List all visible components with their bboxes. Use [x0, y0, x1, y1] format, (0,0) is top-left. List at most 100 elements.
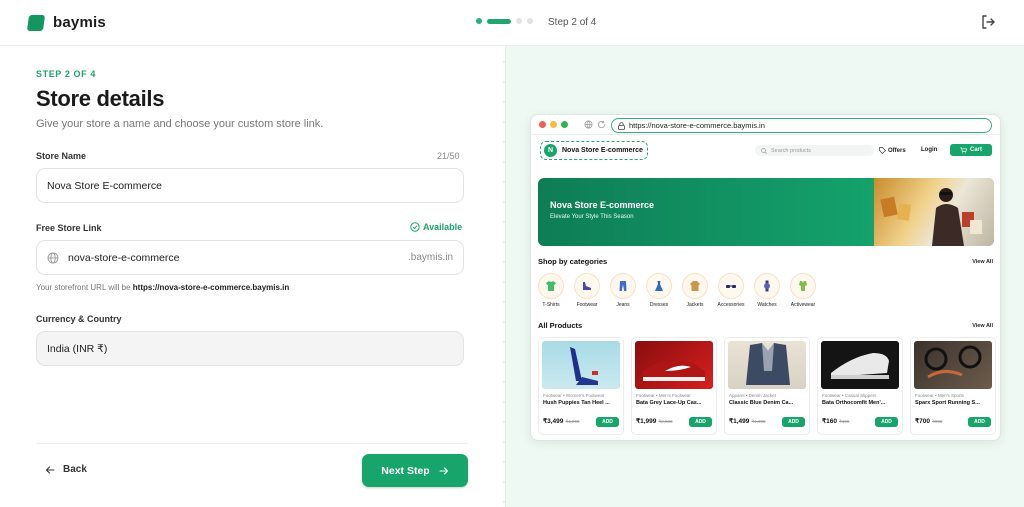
- currency-value: India (INR ₹): [47, 342, 108, 355]
- form-panel: STEP 2 OF 4 Store details Give your stor…: [0, 46, 505, 507]
- currency-label: Currency & Country: [36, 314, 122, 324]
- sunglasses-icon: [718, 273, 744, 299]
- browser-chrome: https://nova-store-e-commerce.baymis.in: [531, 115, 1000, 135]
- top-bar: baymis Step 2 of 4: [0, 0, 1024, 46]
- store-name-counter: 21/50: [437, 151, 460, 161]
- refresh-icon[interactable]: [597, 120, 606, 129]
- url-bar[interactable]: https://nova-store-e-commerce.baymis.in: [611, 118, 992, 133]
- category-label: Dresses: [649, 302, 669, 308]
- category-label: Jackets: [686, 302, 704, 308]
- store-name-input[interactable]: Nova Store E-commerce: [36, 168, 464, 203]
- product-old-price: ₹199: [838, 419, 850, 424]
- store-link-input[interactable]: nova-store-e-commerce .baymis.in: [36, 240, 464, 275]
- arrow-left-icon: [45, 465, 55, 474]
- product-image-slipper: [821, 341, 899, 389]
- product-card[interactable]: Footwear • Women's Footwear Hush Puppies…: [538, 337, 624, 435]
- logout-icon[interactable]: [980, 14, 996, 30]
- cart-button[interactable]: Cart: [950, 144, 992, 156]
- category-label: T-Shirts: [542, 302, 560, 308]
- app-name: baymis: [53, 14, 106, 31]
- login-link[interactable]: Login: [921, 147, 937, 153]
- store-name-value: Nova Store E-commerce: [47, 179, 162, 192]
- category-item[interactable]: Dresses: [645, 273, 673, 308]
- product-image-jacket: [728, 341, 806, 389]
- product-name: Bata Grey Lace-Up Cas...: [636, 400, 702, 406]
- progress-step-3: [516, 18, 522, 24]
- product-name: Classic Blue Denim Ca...: [729, 400, 794, 406]
- globe-icon: [47, 252, 59, 263]
- product-image-sneaker: [635, 341, 713, 389]
- availability-text: Available: [423, 222, 463, 232]
- next-step-label: Next Step: [381, 464, 430, 477]
- product-card[interactable]: Footwear • Men's Footwear Bata Grey Lace…: [631, 337, 717, 435]
- add-to-cart-button[interactable]: ADD: [875, 417, 898, 427]
- category-label: Watches: [757, 302, 777, 308]
- product-old-price: ₹4,999: [565, 419, 580, 424]
- category-list: T-Shirts Footwear Jeans Dresses Jackets …: [537, 273, 817, 308]
- login-label: Login: [921, 147, 938, 153]
- store-search-input[interactable]: Search products: [755, 145, 874, 156]
- hint-prefix: Your storefront URL will be: [36, 283, 131, 292]
- product-card[interactable]: Footwear • Men's Sports Sparx Sport Runn…: [910, 337, 996, 435]
- category-item[interactable]: Jackets: [681, 273, 709, 308]
- product-category: Footwear • Women's Footwear: [543, 393, 605, 398]
- category-item[interactable]: Watches: [753, 273, 781, 308]
- add-to-cart-button[interactable]: ADD: [596, 417, 619, 427]
- brand-name: Nova Store E-commerce: [562, 147, 643, 154]
- product-category: Footwear • Men's Sports: [915, 393, 964, 398]
- availability-badge: Available: [410, 222, 462, 232]
- currency-select[interactable]: India (INR ₹): [36, 331, 464, 366]
- progress-step-2: [487, 18, 511, 24]
- category-item[interactable]: Accessories: [717, 273, 745, 308]
- hero-shopping-image: [874, 178, 994, 246]
- page-title: Store details: [36, 86, 165, 111]
- product-old-price: ₹2,500: [658, 419, 673, 424]
- footer-divider: [36, 443, 468, 444]
- browser-mockup: https://nova-store-e-commerce.baymis.in …: [530, 114, 1001, 441]
- category-label: Jeans: [616, 302, 630, 308]
- step-progress: [476, 18, 533, 24]
- offers-link[interactable]: Offers: [879, 147, 906, 154]
- add-to-cart-button[interactable]: ADD: [782, 417, 805, 427]
- product-grid: Footwear • Women's Footwear Hush Puppies…: [538, 337, 996, 435]
- product-category: Apparel • Denim Jacket: [729, 393, 776, 398]
- product-category: Footwear • Casual Slippers: [822, 393, 877, 398]
- tag-icon: [879, 147, 886, 154]
- add-to-cart-button[interactable]: ADD: [968, 417, 991, 427]
- products-view-all[interactable]: View All: [972, 323, 993, 329]
- store-brand[interactable]: N Nova Store E-commerce: [540, 141, 648, 160]
- category-label: Accessories: [717, 302, 745, 308]
- globe-icon: [584, 120, 593, 129]
- category-label: Activewear: [790, 302, 816, 308]
- lock-icon: [618, 121, 625, 130]
- category-item[interactable]: Footwear: [573, 273, 601, 308]
- category-item[interactable]: Activewear: [789, 273, 817, 308]
- store-link-value: nova-store-e-commerce: [68, 251, 180, 264]
- cart-label: Cart: [969, 147, 982, 153]
- hero-banner[interactable]: Nova Store E-commerce Elevate Your Style…: [538, 178, 994, 246]
- app-logo[interactable]: baymis: [26, 14, 106, 31]
- jeans-icon: [610, 273, 636, 299]
- product-price: ₹160 ₹199: [822, 418, 850, 425]
- product-old-price: ₹1,999: [751, 419, 766, 424]
- domain-suffix: .baymis.in: [407, 252, 453, 263]
- category-item[interactable]: T-Shirts: [537, 273, 565, 308]
- categories-view-all[interactable]: View All: [972, 259, 993, 265]
- storefront-url-hint: Your storefront URL will be https://nova…: [36, 283, 289, 292]
- page-subtitle: Give your store a name and choose your c…: [36, 118, 324, 130]
- activewear-icon: [790, 273, 816, 299]
- step-eyebrow: STEP 2 OF 4: [36, 69, 96, 79]
- products-heading: All Products: [538, 321, 583, 330]
- brand-initial: N: [544, 144, 557, 157]
- product-image-heels: [542, 341, 620, 389]
- minimize-dot-icon: [550, 121, 557, 128]
- product-name: Bata Orthocomfit Men'...: [822, 400, 886, 406]
- next-step-button[interactable]: Next Step: [362, 454, 468, 487]
- product-card[interactable]: Footwear • Casual Slippers Bata Orthocom…: [817, 337, 903, 435]
- product-card[interactable]: Apparel • Denim Jacket Classic Blue Deni…: [724, 337, 810, 435]
- check-circle-icon: [410, 222, 420, 232]
- category-item[interactable]: Jeans: [609, 273, 637, 308]
- add-to-cart-button[interactable]: ADD: [689, 417, 712, 427]
- back-button[interactable]: Back: [45, 464, 87, 475]
- product-price: ₹700 ₹999: [915, 418, 943, 425]
